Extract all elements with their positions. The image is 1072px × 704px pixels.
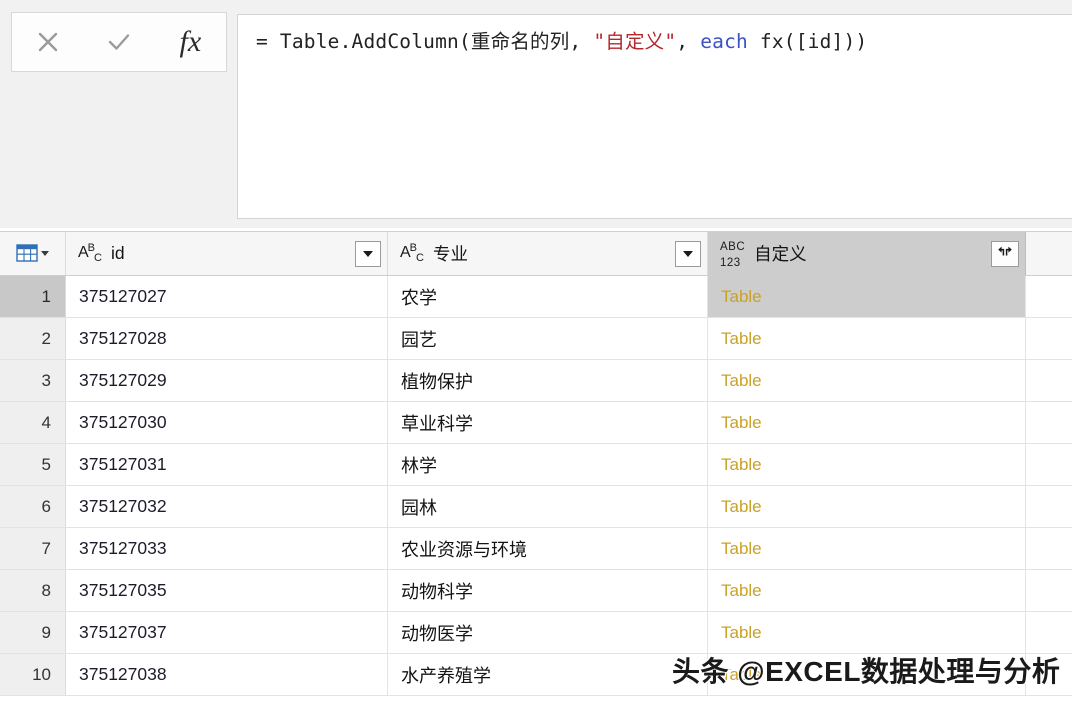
chevron-down-icon — [41, 251, 49, 256]
cell-filler — [1026, 360, 1072, 401]
table-row[interactable]: 7 375127033 农业资源与环境 Table — [0, 528, 1072, 570]
column-header-id[interactable]: ABC id — [66, 232, 388, 275]
table-row[interactable]: 4 375127030 草业科学 Table — [0, 402, 1072, 444]
cell-custom-table-link[interactable]: Table — [708, 360, 1026, 401]
formula-text: = Table.AddColumn(重命名的列, "自定义", each fx(… — [256, 29, 1063, 54]
row-number-cell[interactable]: 10 — [0, 654, 66, 695]
formula-input[interactable]: = Table.AddColumn(重命名的列, "自定义", each fx(… — [237, 14, 1072, 219]
cell-major[interactable]: 园林 — [388, 486, 708, 527]
filter-button-id[interactable] — [355, 240, 381, 267]
cell-major[interactable]: 草业科学 — [388, 402, 708, 443]
cell-id[interactable]: 375127037 — [66, 612, 388, 653]
formula-suffix: fx([id])) — [747, 30, 868, 53]
cell-filler — [1026, 402, 1072, 443]
cell-filler — [1026, 318, 1072, 359]
column-header-filler — [1026, 232, 1072, 275]
cell-id[interactable]: 375127030 — [66, 402, 388, 443]
row-number-cell[interactable]: 8 — [0, 570, 66, 611]
abc123-any-type-icon: ABC 123 — [720, 240, 746, 269]
fx-icon: fx — [179, 25, 202, 58]
accept-formula-button[interactable] — [92, 18, 146, 66]
cell-major[interactable]: 农学 — [388, 276, 708, 317]
filter-button-major[interactable] — [675, 240, 701, 267]
expand-columns-button[interactable] — [991, 240, 1019, 267]
cell-filler — [1026, 486, 1072, 527]
cell-filler — [1026, 654, 1072, 695]
expand-columns-icon — [996, 244, 1014, 264]
cell-id[interactable]: 375127031 — [66, 444, 388, 485]
cell-custom-table-link[interactable]: Table — [708, 570, 1026, 611]
cell-filler — [1026, 276, 1072, 317]
row-number-cell[interactable]: 1 — [0, 276, 66, 317]
table-row[interactable]: 10 375127038 水产养殖学 Table — [0, 654, 1072, 696]
cancel-formula-button[interactable] — [21, 18, 75, 66]
column-header-custom[interactable]: ABC 123 自定义 — [708, 232, 1026, 275]
formula-middle: , — [676, 30, 701, 53]
cell-major[interactable]: 水产养殖学 — [388, 654, 708, 695]
cell-major[interactable]: 园艺 — [388, 318, 708, 359]
close-icon — [33, 27, 63, 57]
data-preview-grid[interactable]: ABC id ABC 专业 ABC 123 自定义 1 375127027 农学… — [0, 231, 1072, 704]
chevron-down-icon — [683, 250, 693, 257]
cell-id[interactable]: 375127027 — [66, 276, 388, 317]
formula-bar-region: fx = Table.AddColumn(重命名的列, "自定义", each … — [0, 0, 1072, 228]
cell-filler — [1026, 444, 1072, 485]
table-row[interactable]: 2 375127028 园艺 Table — [0, 318, 1072, 360]
cell-filler — [1026, 612, 1072, 653]
select-all-table-button[interactable] — [0, 232, 66, 275]
cell-id[interactable]: 375127033 — [66, 528, 388, 569]
formula-action-buttons: fx — [11, 12, 227, 72]
cell-major[interactable]: 农业资源与环境 — [388, 528, 708, 569]
table-row[interactable]: 3 375127029 植物保护 Table — [0, 360, 1072, 402]
row-number-cell[interactable]: 3 — [0, 360, 66, 401]
table-row[interactable]: 8 375127035 动物科学 Table — [0, 570, 1072, 612]
cell-id[interactable]: 375127038 — [66, 654, 388, 695]
row-number-cell[interactable]: 2 — [0, 318, 66, 359]
column-header-label-major: 专业 — [432, 244, 468, 264]
row-number-cell[interactable]: 7 — [0, 528, 66, 569]
formula-keyword: each — [700, 30, 748, 53]
column-header-label-custom: 自定义 — [754, 244, 807, 264]
chevron-down-icon — [363, 250, 373, 257]
cell-filler — [1026, 570, 1072, 611]
cell-major[interactable]: 动物医学 — [388, 612, 708, 653]
row-number-cell[interactable]: 9 — [0, 612, 66, 653]
cell-custom-table-link[interactable]: Table — [708, 486, 1026, 527]
check-icon — [104, 27, 134, 57]
cell-id[interactable]: 375127029 — [66, 360, 388, 401]
table-row[interactable]: 5 375127031 林学 Table — [0, 444, 1072, 486]
cell-major[interactable]: 林学 — [388, 444, 708, 485]
table-row[interactable]: 1 375127027 农学 Table — [0, 276, 1072, 318]
cell-custom-table-link[interactable]: Table — [708, 612, 1026, 653]
row-number-cell[interactable]: 4 — [0, 402, 66, 443]
cell-custom-table-link[interactable]: Table — [708, 654, 1026, 695]
cell-id[interactable]: 375127028 — [66, 318, 388, 359]
cell-custom-table-link[interactable]: Table — [708, 528, 1026, 569]
cell-id[interactable]: 375127035 — [66, 570, 388, 611]
cell-custom-table-link[interactable]: Table — [708, 402, 1026, 443]
abc-text-type-icon: ABC — [400, 241, 424, 265]
cell-custom-table-link[interactable]: Table — [708, 276, 1026, 317]
formula-prefix: = Table.AddColumn(重命名的列, — [256, 30, 594, 53]
cell-filler — [1026, 528, 1072, 569]
column-header-major[interactable]: ABC 专业 — [388, 232, 708, 275]
row-number-cell[interactable]: 5 — [0, 444, 66, 485]
insert-function-button[interactable]: fx — [163, 18, 217, 66]
cell-major[interactable]: 植物保护 — [388, 360, 708, 401]
column-header-label-id: id — [110, 243, 125, 263]
cell-custom-table-link[interactable]: Table — [708, 444, 1026, 485]
row-number-cell[interactable]: 6 — [0, 486, 66, 527]
grid-header-row: ABC id ABC 专业 ABC 123 自定义 — [0, 232, 1072, 276]
abc-text-type-icon: ABC — [78, 241, 102, 265]
cell-custom-table-link[interactable]: Table — [708, 318, 1026, 359]
table-select-icon — [16, 244, 49, 263]
cell-id[interactable]: 375127032 — [66, 486, 388, 527]
formula-string-literal: "自定义" — [593, 30, 677, 53]
table-row[interactable]: 9 375127037 动物医学 Table — [0, 612, 1072, 654]
cell-major[interactable]: 动物科学 — [388, 570, 708, 611]
table-row[interactable]: 6 375127032 园林 Table — [0, 486, 1072, 528]
grid-body: 1 375127027 农学 Table 2 375127028 园艺 Table 3 37512… — [0, 276, 1072, 696]
